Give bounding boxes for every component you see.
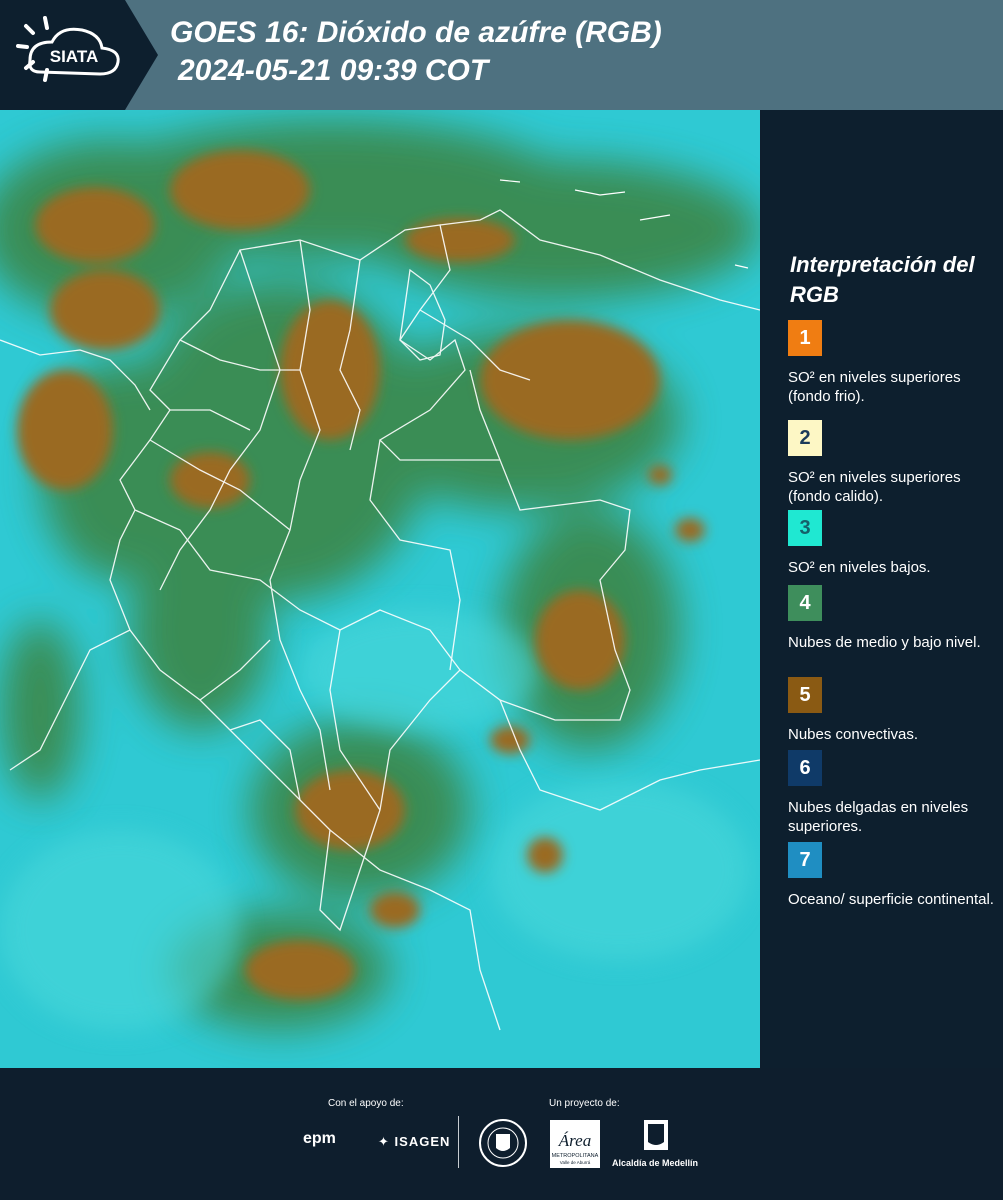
isagen-logo: ✦ ISAGEN [378,1134,450,1150]
alcaldia-label: Alcaldía de Medellín [612,1158,699,1168]
timestamp: 2024-05-21 09:39 COT [178,54,489,87]
alcaldia-shield-icon [612,1118,702,1163]
legend-item-3: 3 SO² en niveles bajos. [788,510,998,577]
legend-label-7: Oceano/ superficie continental. [788,891,994,908]
legend-swatch-7: 7 [788,842,822,878]
legend-title: Interpretación del RGB [790,252,975,307]
footer-divider [458,1116,459,1168]
support-label: Con el apoyo de: [328,1098,404,1109]
area-logo-sub2: Valle de Aburrá [560,1160,591,1165]
legend-item-6: 6 Nubes delgadas en niveles superiores. [788,750,998,836]
legend-swatch-1: 1 [788,320,822,356]
legend-item-2: 2 SO² en niveles superiores (fondo calid… [788,420,998,506]
legend-item-1: 1 SO² en niveles superiores (fondo frio)… [788,320,998,406]
footer: Con el apoyo de: Un proyecto de: epm ✦ I… [0,1068,1003,1200]
isagen-logo-text: ISAGEN [394,1134,451,1149]
legend-swatch-5: 5 [788,677,822,713]
legend-label-5: Nubes convectivas. [788,726,919,743]
legend-item-5: 5 Nubes convectivas. [788,677,998,744]
area-logo-text: Área [558,1131,591,1150]
legend-label-6: Nubes delgadas en niveles superiores. [788,799,969,835]
isagen-mark-icon: ✦ [378,1134,390,1149]
legend-item-4: 4 Nubes de medio y bajo nivel. [788,585,998,652]
legend-swatch-3: 3 [788,510,822,546]
legend-label-4: Nubes de medio y bajo nivel. [788,634,981,651]
medellin-seal-logo [478,1118,528,1173]
page-title: GOES 16: Dióxido de azúfre (RGB) [170,16,662,49]
legend-label-1: SO² en niveles superiores (fondo frio). [788,369,961,405]
siata-logo-text: SIATA [50,47,98,66]
legend-swatch-2: 2 [788,420,822,456]
legend-swatch-6: 6 [788,750,822,786]
area-metropolitana-logo: Área METROPOLITANA Valle de Aburrá [550,1120,600,1175]
legend-panel: Interpretación del RGB 1 SO² en niveles … [762,110,1003,1068]
legend-label-2: SO² en niveles superiores (fondo calido)… [788,469,961,505]
siata-logo: SIATA [0,0,160,110]
legend-swatch-4: 4 [788,585,822,621]
legend-label-3: SO² en niveles bajos. [788,559,931,576]
project-label: Un proyecto de: [549,1098,620,1109]
legend-item-7: 7 Oceano/ superficie continental. [788,842,998,909]
area-logo-sub: METROPOLITANA [552,1153,599,1159]
header-bar: SIATA GOES 16: Dióxido de azúfre (RGB) 2… [0,0,1003,110]
satellite-rgb-map [0,110,760,1068]
epm-logo: epm [303,1130,336,1147]
